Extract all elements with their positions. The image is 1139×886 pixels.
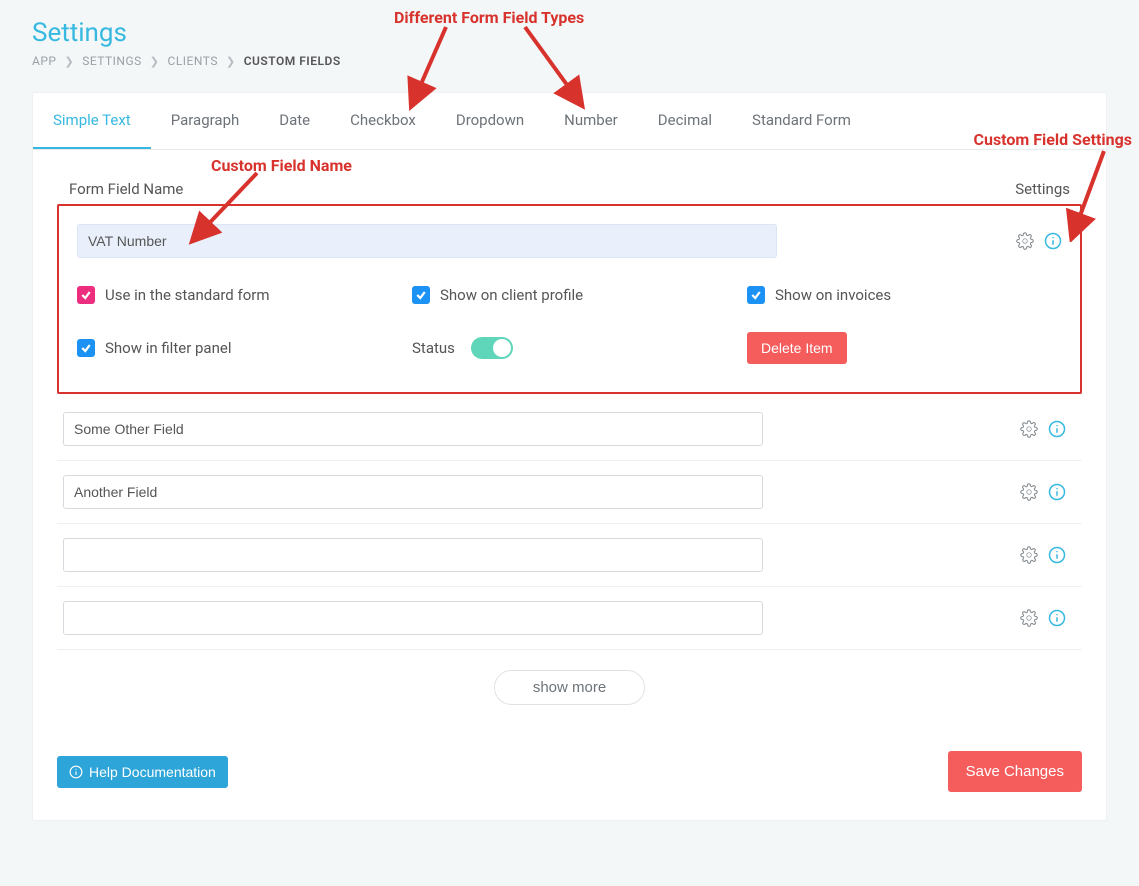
chevron-right-icon: ❯ (226, 55, 236, 68)
breadcrumb: APP ❯ SETTINGS ❯ CLIENTS ❯ CUSTOM FIELDS (32, 54, 1107, 68)
checkmark-icon (747, 286, 765, 304)
field-name-input[interactable] (63, 475, 763, 509)
column-header-settings: Settings (1015, 180, 1070, 198)
checkbox-show-invoices[interactable]: Show on invoices (747, 286, 1062, 304)
gear-icon[interactable] (1020, 420, 1038, 438)
info-icon[interactable] (1048, 420, 1066, 438)
field-name-input[interactable] (77, 224, 777, 258)
help-button-label: Help Documentation (89, 764, 216, 780)
info-icon[interactable] (1048, 609, 1066, 627)
column-header-name: Form Field Name (69, 180, 183, 198)
custom-field-row (57, 398, 1082, 461)
info-icon[interactable] (1048, 483, 1066, 501)
custom-field-card-expanded: Use in the standard form Show on client … (57, 204, 1082, 394)
gear-icon[interactable] (1020, 483, 1038, 501)
save-changes-button[interactable]: Save Changes (948, 751, 1082, 792)
info-icon[interactable] (1044, 232, 1062, 250)
tab-simple-text[interactable]: Simple Text (33, 93, 151, 149)
chevron-right-icon: ❯ (64, 55, 74, 68)
field-name-input[interactable] (63, 412, 763, 446)
checkbox-label: Show in filter panel (105, 339, 231, 357)
gear-icon[interactable] (1020, 546, 1038, 564)
checkbox-use-standard-form[interactable]: Use in the standard form (77, 286, 392, 304)
tab-dropdown[interactable]: Dropdown (436, 93, 544, 149)
help-documentation-button[interactable]: Help Documentation (57, 756, 228, 788)
checkbox-label: Show on invoices (775, 286, 891, 304)
tab-checkbox[interactable]: Checkbox (330, 93, 436, 149)
delete-item-button[interactable]: Delete Item (747, 332, 847, 364)
checkbox-label: Show on client profile (440, 286, 583, 304)
info-icon (69, 765, 83, 779)
custom-field-row (57, 461, 1082, 524)
page-title: Settings (32, 18, 1107, 48)
field-name-input[interactable] (63, 601, 763, 635)
status-label: Status (412, 339, 455, 357)
checkmark-icon (77, 339, 95, 357)
checkbox-show-client-profile[interactable]: Show on client profile (412, 286, 727, 304)
tab-paragraph[interactable]: Paragraph (151, 93, 260, 149)
gear-icon[interactable] (1016, 232, 1034, 250)
tab-standard-form[interactable]: Standard Form (732, 93, 871, 149)
info-icon[interactable] (1048, 546, 1066, 564)
tab-decimal[interactable]: Decimal (638, 93, 732, 149)
custom-field-row (57, 524, 1082, 587)
tab-date[interactable]: Date (259, 93, 330, 149)
breadcrumb-app[interactable]: APP (32, 54, 56, 68)
status-toggle[interactable] (471, 337, 513, 359)
field-name-input[interactable] (63, 538, 763, 572)
gear-icon[interactable] (1020, 609, 1038, 627)
tabs: Simple Text Paragraph Date Checkbox Drop… (33, 93, 1106, 150)
checkmark-icon (77, 286, 95, 304)
settings-panel: Different Form Field Types Simple Text P… (32, 92, 1107, 821)
breadcrumb-settings[interactable]: SETTINGS (82, 54, 142, 68)
chevron-right-icon: ❯ (150, 55, 160, 68)
checkmark-icon (412, 286, 430, 304)
checkbox-label: Use in the standard form (105, 286, 269, 304)
tab-number[interactable]: Number (544, 93, 638, 149)
breadcrumb-clients[interactable]: CLIENTS (168, 54, 218, 68)
custom-field-row (57, 587, 1082, 650)
checkbox-show-filter-panel[interactable]: Show in filter panel (77, 339, 392, 357)
show-more-button[interactable]: show more (494, 670, 645, 705)
breadcrumb-custom-fields: CUSTOM FIELDS (244, 54, 341, 68)
